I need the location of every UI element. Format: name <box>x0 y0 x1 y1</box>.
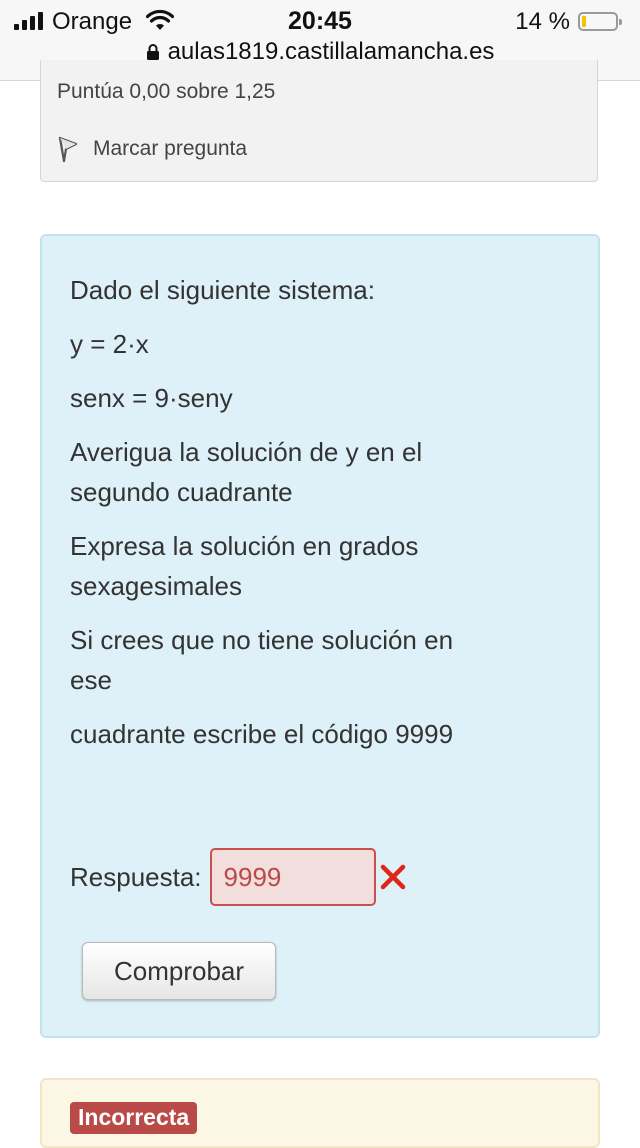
incorrect-badge: Incorrecta <box>70 1102 198 1134</box>
battery-icon <box>578 12 622 31</box>
question-line: Expresa la solución en grados sexagesima… <box>70 531 419 601</box>
battery-level <box>582 16 586 27</box>
question-line: senx = 9·seny <box>70 383 233 413</box>
answer-label: Respuesta: <box>70 861 202 892</box>
question-line: Dado el siguiente sistema: <box>70 275 375 305</box>
flag-question-link[interactable]: Marcar pregunta <box>57 136 247 162</box>
question-line: Si crees que no tiene solución en ese <box>70 625 454 695</box>
flag-question-label: Marcar pregunta <box>93 137 248 160</box>
question-text: Dado el siguiente sistema: y = 2·x senx = … <box>70 270 490 768</box>
feedback-box: Incorrecta <box>40 1078 600 1148</box>
check-button[interactable]: Comprobar <box>82 942 276 1000</box>
previous-question-info: Puntúa 0,00 sobre 1,25 Marcar pregunta <box>40 60 598 182</box>
answer-row: Respuesta: <box>70 848 408 906</box>
battery-percent: 14 % <box>515 8 570 35</box>
incorrect-x-icon <box>380 864 405 890</box>
answer-input[interactable] <box>209 848 376 906</box>
question-line: cuadrante escribe el código 9999 <box>70 719 454 749</box>
question-box: Dado el siguiente sistema: y = 2·x senx = … <box>40 234 600 1038</box>
question-grade: Puntúa 0,00 sobre 1,25 <box>57 80 276 103</box>
question-line: Averigua la solución de y en el segundo … <box>70 437 423 507</box>
question-line: y = 2·x <box>70 329 149 359</box>
lock-icon <box>146 44 159 60</box>
flag-icon <box>58 136 78 162</box>
